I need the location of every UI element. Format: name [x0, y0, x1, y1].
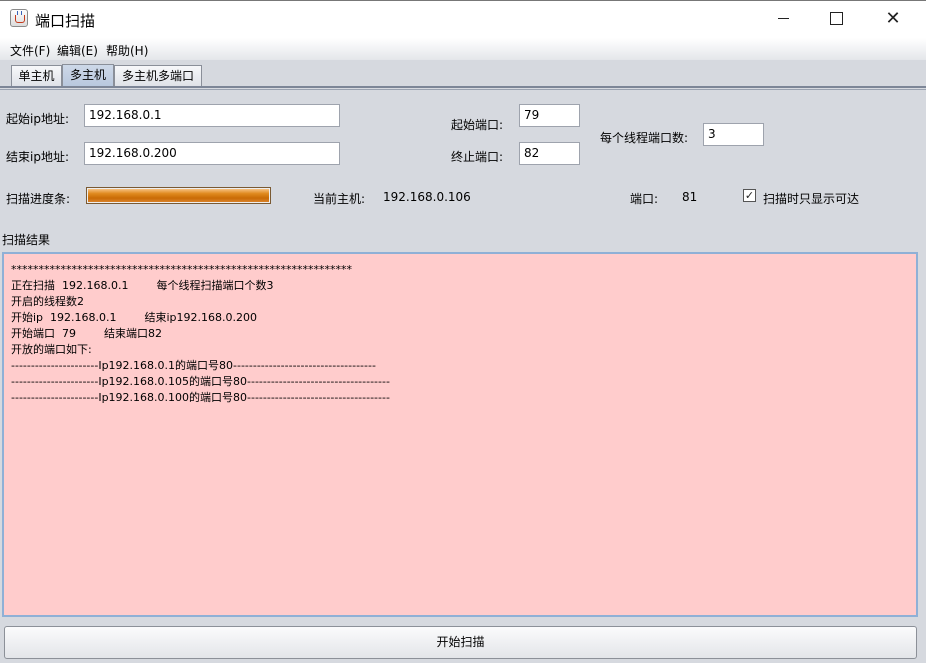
checkmark-icon: ✓: [744, 189, 755, 202]
end-ip-label: 结束ip地址:: [6, 150, 69, 164]
threads-per-port-input[interactable]: 3: [703, 123, 764, 146]
results-textarea[interactable]: ****************************************…: [2, 252, 918, 617]
show-reachable-label[interactable]: 扫描时只显示可达: [763, 190, 859, 207]
result-line: 开放的端口如下:: [11, 343, 92, 356]
start-port-input[interactable]: 79: [519, 104, 580, 127]
end-ip-input[interactable]: 192.168.0.200: [84, 142, 340, 165]
minimize-icon: [777, 18, 789, 19]
result-line: ----------------------Ip192.168.0.1的端口号8…: [11, 359, 376, 372]
current-host-label: 当前主机:: [313, 192, 366, 206]
scan-progress-fill: [88, 189, 269, 202]
current-port-label: 端口:: [630, 192, 659, 206]
progress-label: 扫描进度条:: [6, 192, 71, 206]
result-line: 开启的线程数2: [11, 295, 84, 308]
results-text: ****************************************…: [11, 262, 390, 406]
java-coffee-icon: [10, 9, 28, 27]
start-ip-label: 起始ip地址:: [6, 112, 69, 126]
result-line: ----------------------Ip192.168.0.100的端口…: [11, 391, 390, 404]
tab-multi-host[interactable]: 多主机: [62, 64, 114, 87]
start-ip-input[interactable]: 192.168.0.1: [84, 104, 340, 127]
close-button[interactable]: ✕: [870, 0, 916, 37]
result-line: ****************************************…: [11, 263, 352, 276]
result-line: 开始端口 79 结束端口82: [11, 327, 162, 340]
show-reachable-checkbox[interactable]: ✓: [743, 189, 756, 202]
results-section-label: 扫描结果: [2, 233, 51, 247]
menu-edit[interactable]: 编辑(E): [57, 42, 98, 59]
scan-progress-bar: [86, 187, 271, 204]
current-host-value: 192.168.0.106: [383, 190, 471, 204]
menu-help[interactable]: 帮助(H): [106, 42, 148, 59]
start-scan-button[interactable]: 开始扫描: [4, 626, 917, 659]
tab-multi-host-multi-port[interactable]: 多主机多端口: [114, 65, 202, 86]
minimize-button[interactable]: [760, 0, 806, 37]
menu-file[interactable]: 文件(F): [10, 42, 50, 59]
result-line: ----------------------Ip192.168.0.105的端口…: [11, 375, 390, 388]
end-port-label: 终止端口:: [451, 150, 504, 164]
start-port-label: 起始端口:: [451, 118, 504, 132]
result-line: 正在扫描 192.168.0.1 每个线程扫描端口个数3: [11, 279, 274, 292]
window-title: 端口扫描: [35, 12, 96, 30]
threads-per-port-label: 每个线程端口数:: [600, 131, 689, 145]
tab-single-host[interactable]: 单主机: [11, 65, 62, 86]
result-line: 开始ip 192.168.0.1 结束ip192.168.0.200: [11, 311, 257, 324]
current-port-value: 81: [682, 190, 698, 204]
maximize-icon: [829, 12, 843, 25]
tab-strip-border-inner: [0, 89, 926, 90]
close-icon: ✕: [885, 8, 901, 29]
tab-strip-border: [0, 86, 926, 88]
maximize-button[interactable]: [813, 0, 859, 37]
end-port-input[interactable]: 82: [519, 142, 580, 165]
